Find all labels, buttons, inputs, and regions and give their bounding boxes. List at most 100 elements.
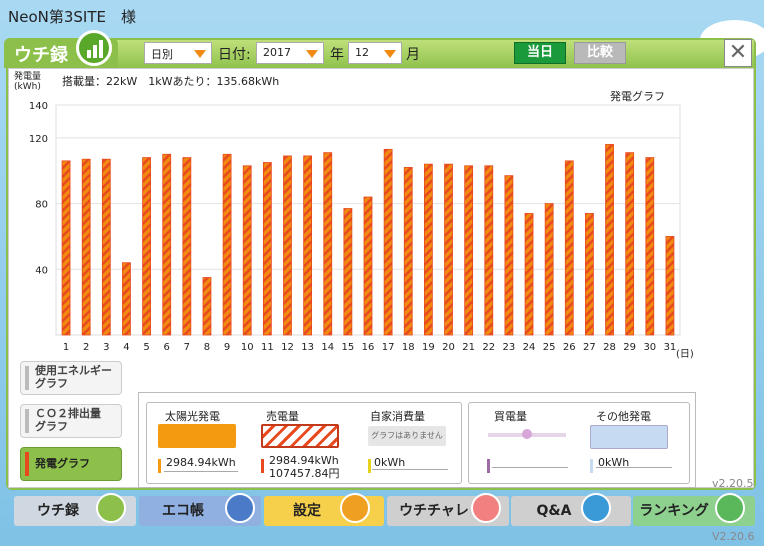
x-tick-label: 27 — [583, 342, 596, 353]
x-tick-label: 11 — [261, 342, 274, 353]
bar-day-22 — [484, 165, 494, 336]
bar-day-5 — [142, 157, 151, 336]
x-tick-label: 23 — [503, 342, 516, 353]
other-generation-swatch — [590, 425, 668, 449]
bar-day-19 — [423, 163, 433, 336]
x-tick-label: 30 — [643, 342, 656, 353]
side-btn-label: グラフ — [35, 377, 68, 390]
bar-day-8 — [202, 277, 212, 336]
nav-ranking[interactable]: ランキング — [633, 493, 755, 526]
x-tick-label: 26 — [563, 342, 576, 353]
bar-day-15 — [343, 208, 353, 336]
bar-day-13 — [303, 155, 313, 336]
bar-day-17 — [383, 148, 393, 336]
bar-day-4 — [122, 262, 131, 336]
bar-chart-icon — [96, 493, 126, 523]
x-tick-label: 5 — [143, 342, 149, 353]
x-tick-label: 19 — [422, 342, 435, 353]
flag-icon — [471, 493, 501, 523]
x-tick-label: 16 — [362, 342, 375, 353]
y-tick-label: 140 — [29, 101, 48, 112]
x-tick-label: 31 — [664, 342, 677, 353]
x-tick-label: 24 — [523, 342, 536, 353]
bar-day-14 — [323, 152, 333, 336]
bar-day-18 — [403, 167, 413, 336]
bar-day-23 — [504, 175, 514, 336]
bar-day-9 — [222, 153, 232, 336]
sold-swatch — [261, 424, 339, 448]
x-tick-label: 1 — [63, 342, 69, 353]
solar-value: 2984.94kWh — [166, 456, 236, 469]
side-btn-label: グラフ — [35, 420, 68, 433]
bar-day-21 — [464, 165, 474, 336]
other-generation-label: その他発電 — [596, 410, 651, 423]
y-tick-label: 40 — [35, 265, 48, 276]
x-tick-label: 18 — [402, 342, 415, 353]
x-axis-unit: (日) — [676, 349, 694, 360]
bar-day-20 — [444, 163, 453, 336]
nav-uchiroku[interactable]: ウチ録 — [14, 493, 136, 526]
bar-day-16 — [363, 196, 373, 336]
bought-label: 買電量 — [494, 410, 527, 423]
bar-day-1 — [61, 160, 71, 336]
self-consumption-swatch: グラフはありません — [368, 426, 446, 446]
bar-day-31 — [665, 236, 675, 336]
bar-day-27 — [585, 213, 594, 336]
x-tick-label: 22 — [482, 342, 495, 353]
bar-day-2 — [81, 158, 91, 336]
x-tick-label: 17 — [382, 342, 395, 353]
x-tick-label: 8 — [204, 342, 210, 353]
x-tick-label: 7 — [184, 342, 190, 353]
nav-ecocho[interactable]: エコ帳 — [139, 493, 261, 526]
wrench-icon — [340, 493, 370, 523]
solar-swatch — [158, 424, 236, 448]
x-tick-label: 20 — [442, 342, 455, 353]
y-tick-label: 120 — [29, 134, 48, 145]
bar-day-30 — [645, 157, 655, 336]
x-tick-label: 10 — [241, 342, 254, 353]
x-tick-label: 6 — [164, 342, 170, 353]
x-tick-label: 2 — [83, 342, 89, 353]
side-btn-label: 使用エネルギー — [35, 364, 112, 377]
sold-label: 売電量 — [266, 410, 299, 423]
energy-usage-graph-button[interactable]: 使用エネルギー グラフ — [20, 361, 122, 395]
bar-day-29 — [625, 152, 635, 336]
bar-day-25 — [544, 203, 554, 336]
x-tick-label: 4 — [123, 342, 129, 353]
nav-qa[interactable]: Q&A — [511, 493, 631, 526]
y-tick-label: 80 — [35, 200, 48, 211]
side-btn-label: 発電グラフ — [35, 457, 90, 470]
sold-value: 2984.94kWh 107457.84円 — [269, 454, 340, 480]
bar-day-26 — [564, 160, 574, 336]
bar-day-12 — [283, 155, 292, 336]
outer-version: V2.20.6 — [712, 530, 755, 543]
x-tick-label: 21 — [462, 342, 475, 353]
crown-icon — [715, 493, 745, 523]
x-tick-label: 3 — [103, 342, 109, 353]
bar-day-24 — [524, 213, 534, 336]
bar-day-28 — [605, 144, 614, 336]
inner-version: v2.20.5 — [712, 477, 754, 490]
nav-uchichalle[interactable]: ウチチャレ — [387, 493, 509, 526]
x-tick-label: 13 — [301, 342, 314, 353]
solar-label: 太陽光発電 — [165, 410, 220, 423]
bar-day-3 — [101, 158, 111, 336]
nav-settings[interactable]: 設定 — [264, 493, 384, 526]
self-consumption-value: 0kWh — [374, 456, 406, 469]
side-btn-label: ＣＯ２排出量 — [35, 407, 101, 420]
x-tick-label: 28 — [603, 342, 616, 353]
x-tick-label: 14 — [321, 342, 334, 353]
co2-emission-graph-button[interactable]: ＣＯ２排出量 グラフ — [20, 404, 122, 438]
x-tick-label: 9 — [224, 342, 230, 353]
bar-day-10 — [242, 165, 252, 336]
bar-day-6 — [162, 153, 172, 336]
x-tick-label: 15 — [342, 342, 355, 353]
x-tick-label: 12 — [281, 342, 294, 353]
question-icon — [581, 493, 611, 523]
self-consumption-label: 自家消費量 — [370, 410, 425, 423]
notebook-icon — [225, 493, 255, 523]
bar-day-11 — [262, 162, 272, 336]
power-generation-graph-button[interactable]: 発電グラフ — [20, 447, 122, 481]
no-graph-text: グラフはありません — [371, 431, 443, 440]
x-tick-label: 29 — [623, 342, 636, 353]
